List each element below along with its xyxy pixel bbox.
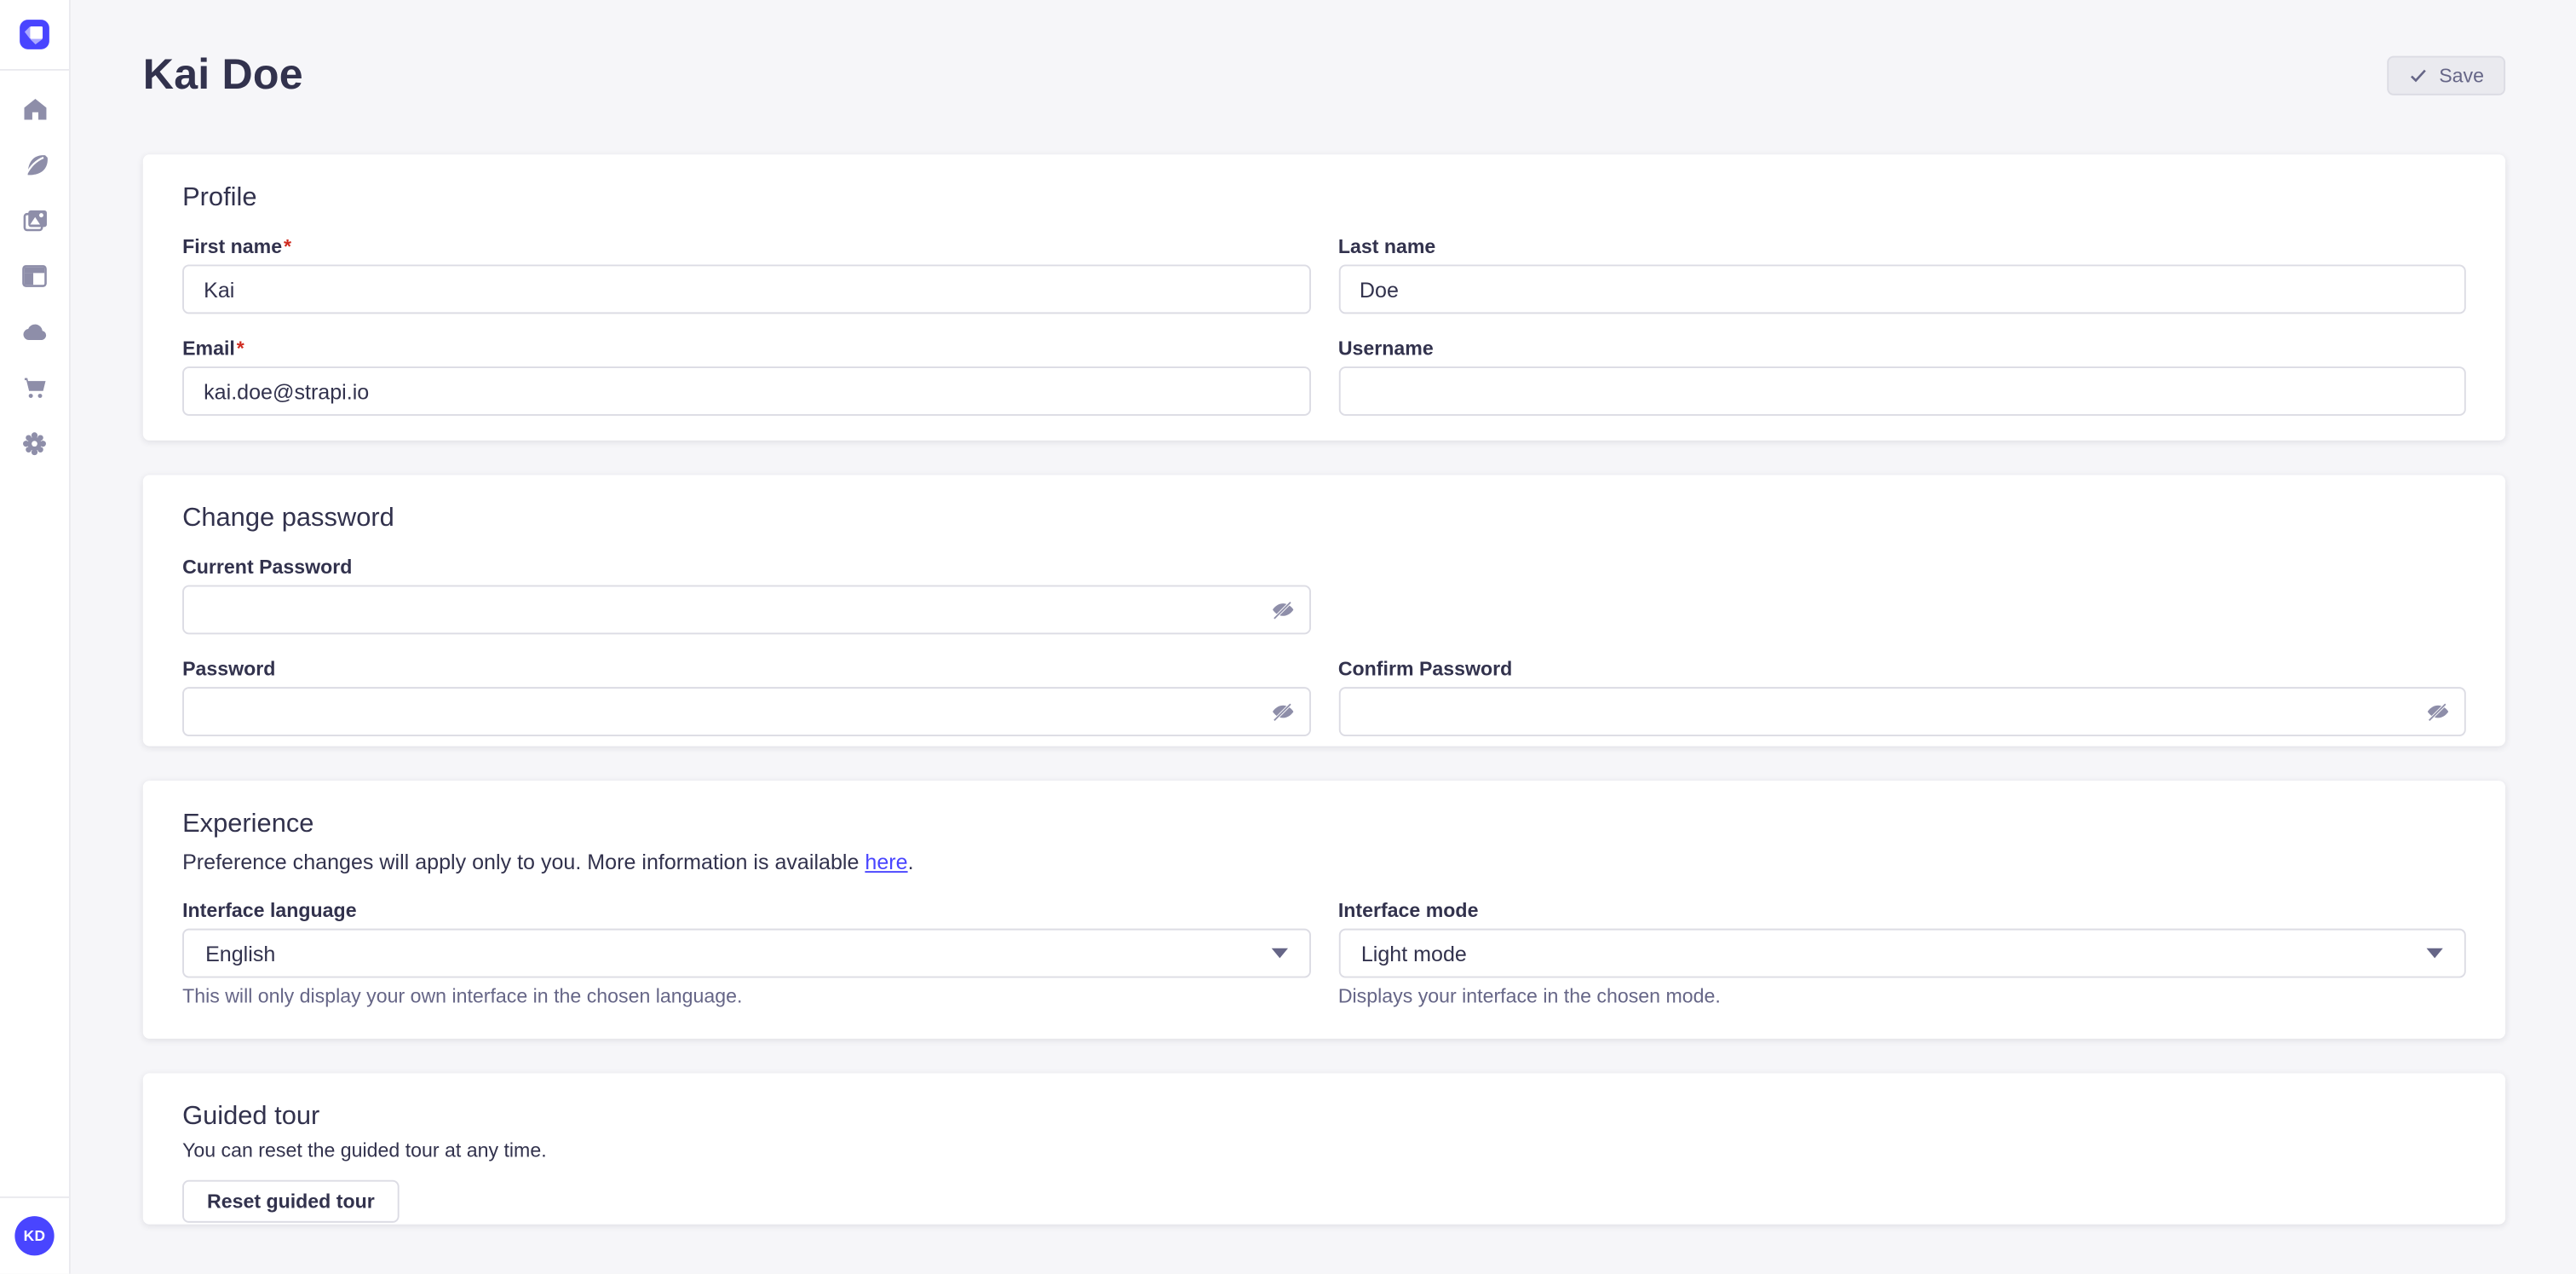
experience-grid: Interface language English This will onl… [182, 899, 2466, 1007]
email-label: Email* [182, 337, 1310, 360]
email-input[interactable] [182, 366, 1310, 416]
guided-tour-description: You can reset the guided tour at any tim… [182, 1139, 2466, 1162]
current-password-label: Current Password [182, 556, 1310, 579]
user-avatar[interactable]: KD [14, 1216, 54, 1255]
page-title: Kai Doe [143, 49, 303, 101]
sidebar-item-media-library[interactable] [14, 200, 54, 239]
interface-language-field-group: Interface language English This will onl… [182, 899, 1310, 1007]
interface-mode-field-group: Interface mode Light mode Displays your … [1338, 899, 2466, 1007]
toggle-confirm-password-visibility-button[interactable] [2426, 701, 2449, 723]
cloud-icon [20, 317, 49, 347]
last-name-input[interactable] [1338, 264, 2466, 314]
save-button-label: Save [2439, 63, 2484, 86]
eye-off-icon [1271, 701, 1294, 723]
cart-icon [20, 373, 49, 403]
confirm-password-label: Confirm Password [1338, 657, 2466, 680]
password-grid: Current Password [182, 556, 2466, 736]
images-icon [20, 205, 49, 235]
new-password-field-group: Password [182, 657, 1310, 736]
first-name-label: First name* [182, 235, 1310, 258]
first-name-field-group: First name* [182, 235, 1310, 314]
sidebar-nav [0, 71, 69, 480]
chevron-down-icon [2426, 948, 2442, 959]
sidebar-item-settings[interactable] [14, 424, 54, 464]
current-password-input[interactable] [182, 585, 1310, 635]
current-password-field-group: Current Password [182, 556, 1310, 635]
profile-card: Profile First name* Last name [143, 154, 2505, 441]
experience-card: Experience Preference changes will apply… [143, 781, 2505, 1039]
last-name-label: Last name [1338, 235, 2466, 258]
change-password-heading: Change password [182, 504, 2466, 534]
change-password-card: Change password Current Password [143, 475, 2505, 746]
layout-icon [20, 262, 49, 291]
sidebar-footer: KD [0, 1196, 69, 1274]
page-header: Kai Doe Save [143, 49, 2505, 101]
eye-off-icon [2426, 701, 2449, 723]
interface-mode-select[interactable]: Light mode [1338, 929, 2466, 978]
last-name-field-group: Last name [1338, 235, 2466, 314]
logo-section [0, 0, 69, 71]
sidebar-item-content-type-builder[interactable] [14, 257, 54, 296]
username-input[interactable] [1338, 366, 2466, 416]
save-button[interactable]: Save [2387, 55, 2506, 95]
username-field-group: Username [1338, 337, 2466, 416]
settings-cards: Profile First name* Last name [143, 154, 2505, 1224]
eye-off-icon [1271, 599, 1294, 620]
sidebar-item-deploy[interactable] [14, 312, 54, 351]
gear-icon [20, 429, 49, 458]
interface-mode-label: Interface mode [1338, 899, 2466, 922]
sidebar: KD [0, 0, 71, 1274]
feather-icon [20, 150, 49, 178]
main-content: Kai Doe Save Profile First name* [71, 0, 2576, 1274]
confirm-password-field-group: Confirm Password [1338, 657, 2466, 736]
profile-grid: First name* Last name Email* [182, 235, 2466, 416]
sidebar-item-marketplace[interactable] [14, 368, 54, 407]
profile-heading: Profile [182, 184, 2466, 214]
interface-language-select[interactable]: English [182, 929, 1310, 978]
required-marker: * [284, 235, 291, 258]
email-field-group: Email* [182, 337, 1310, 416]
toggle-new-password-visibility-button[interactable] [1271, 701, 1294, 723]
first-name-input[interactable] [182, 264, 1310, 314]
interface-language-hint: This will only display your own interfac… [182, 984, 1310, 1007]
reset-guided-tour-button[interactable]: Reset guided tour [182, 1180, 400, 1223]
avatar-initials: KD [24, 1228, 46, 1244]
sidebar-item-content-manager[interactable] [14, 145, 54, 184]
new-password-label: Password [182, 657, 1310, 680]
sidebar-item-home[interactable] [14, 89, 54, 128]
interface-language-label: Interface language [182, 899, 1310, 922]
chevron-down-icon [1271, 948, 1287, 959]
new-password-input[interactable] [182, 687, 1310, 736]
home-icon [20, 95, 49, 123]
experience-heading: Experience [182, 810, 2466, 840]
experience-description: Preference changes will apply only to yo… [182, 848, 2466, 878]
interface-language-value: English [205, 941, 275, 966]
strapi-logo-icon [20, 20, 49, 49]
required-marker: * [237, 337, 244, 360]
check-icon [2408, 65, 2428, 84]
toggle-current-password-visibility-button[interactable] [1271, 599, 1294, 620]
confirm-password-input[interactable] [1338, 687, 2466, 736]
username-label: Username [1338, 337, 2466, 360]
guided-tour-card: Guided tour You can reset the guided tou… [143, 1073, 2505, 1224]
more-information-link[interactable]: here [865, 850, 907, 874]
strapi-logo-button[interactable] [20, 20, 49, 49]
guided-tour-heading: Guided tour [182, 1103, 2466, 1133]
interface-mode-hint: Displays your interface in the chosen mo… [1338, 984, 2466, 1007]
app-viewport: KD Kai Doe Save Profile First name [0, 0, 2576, 1274]
interface-mode-value: Light mode [1361, 941, 1467, 966]
password-grid-spacer [1338, 556, 2466, 635]
